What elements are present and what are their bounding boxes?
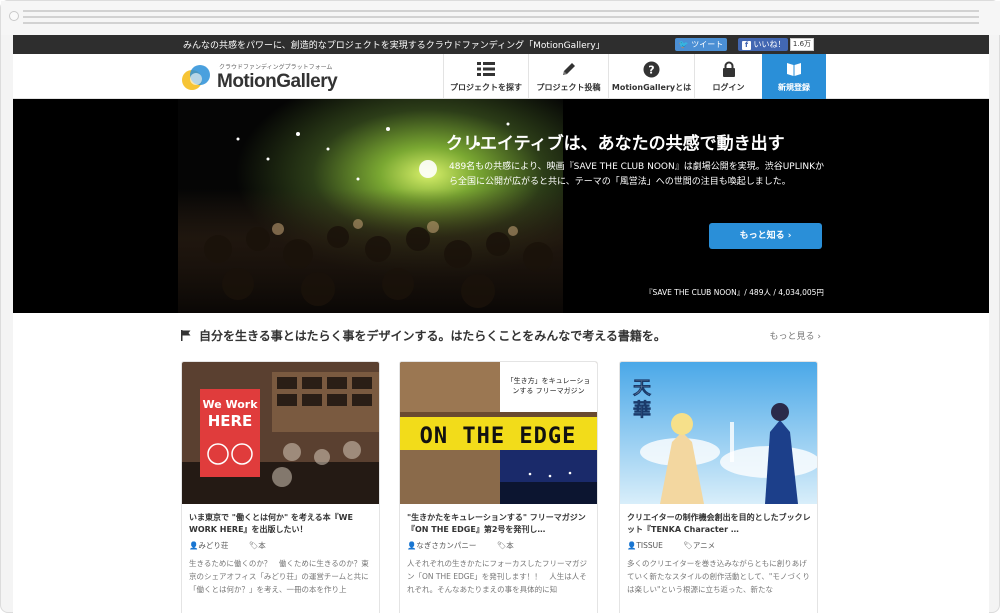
svg-text:華: 華: [633, 399, 651, 421]
project-meta: 👤なぎさカンパニー 🏷本: [407, 540, 592, 551]
pencil-icon: [561, 60, 577, 78]
project-title[interactable]: いま東京で "働くとは何か" を考える本『WE WORK HERE』を出版したい…: [189, 512, 374, 536]
nav-label: プロジェクトを探す: [450, 83, 522, 92]
user-icon: 👤: [189, 541, 199, 550]
see-more-link[interactable]: もっと見る ›: [770, 329, 821, 342]
page-viewport: みんなの共感をパワーに、創造的なプロジェクトを実現するクラウドファンディング「M…: [13, 35, 989, 613]
titlebar-line: [23, 22, 979, 24]
list-icon: [477, 60, 495, 78]
question-icon: ?: [643, 60, 660, 78]
svg-text:ON THE EDGE: ON THE EDGE: [420, 424, 577, 449]
lock-icon: [722, 60, 736, 78]
tweet-label: ツイート: [691, 40, 724, 49]
svg-text:HERE: HERE: [208, 412, 253, 430]
project-category[interactable]: アニメ: [693, 540, 715, 551]
nav-item-about[interactable]: ? MotionGalleryとは: [608, 54, 694, 99]
site-tagline: みんなの共感をパワーに、創造的なプロジェクトを実現するクラウドファンディング「M…: [183, 41, 605, 51]
facebook-like-button[interactable]: f いいね！: [738, 38, 788, 51]
logo-mark-icon: [182, 65, 210, 90]
nav-item-login[interactable]: ログイン: [694, 54, 762, 99]
nav-label: 新規登録: [778, 83, 810, 92]
thumbnail-subtitle: 「生き方」をキュレーションする フリーマガジン: [506, 377, 591, 395]
browser-titlebar: [1, 1, 1000, 35]
hero-banner: クリエイティブは、あなたの共感で動き出す 489名もの共感により、映画『SAVE…: [13, 99, 989, 313]
tag-icon: 🏷: [683, 541, 693, 550]
hero-title: クリエイティブは、あなたの共感で動き出す: [446, 134, 785, 154]
project-meta: 👤TISSUE 🏷アニメ: [627, 540, 812, 551]
project-thumbnail: ON THE EDGE 「生き方」をキュレーションする フリーマガジン: [400, 362, 597, 504]
svg-text:We Work: We Work: [202, 398, 258, 411]
section-title: 自分を生きる事とはたらく事をデザインする。はたらくことをみんなで考える書籍を。: [199, 329, 666, 343]
top-strip: みんなの共感をパワーに、創造的なプロジェクトを実現するクラウドファンディング「M…: [13, 35, 989, 54]
user-icon: 👤: [627, 541, 637, 550]
facebook-icon: f: [742, 41, 751, 50]
svg-text:?: ?: [648, 63, 654, 76]
main-nav: プロジェクトを探す プロジェクト投稿 ? MotionGalleryとは ログイ…: [443, 54, 826, 99]
nav-item-signup[interactable]: 新規登録: [762, 54, 826, 99]
hero-description: 489名もの共感により、映画『SAVE THE CLUB NOON』は劇場公開を…: [449, 162, 825, 187]
project-category[interactable]: 本: [258, 540, 266, 551]
project-title[interactable]: クリエイターの制作機会創出を目的としたブックレット『TENKA Characte…: [627, 512, 812, 536]
tag-icon: 🏷: [496, 541, 507, 550]
tag-icon: 🏷: [248, 541, 259, 550]
user-icon: 👤: [407, 541, 417, 550]
flag-icon: [181, 330, 191, 341]
section-header: 自分を生きる事とはたらく事をデザインする。はたらくことをみんなで考える書籍を。 …: [181, 327, 821, 345]
titlebar-line: [23, 10, 979, 12]
nav-label: プロジェクト投稿: [536, 83, 601, 92]
nav-label: ログイン: [712, 83, 745, 92]
project-category[interactable]: 本: [506, 540, 514, 551]
svg-text:天: 天: [633, 378, 652, 399]
project-summary: 人それぞれの生きかたにフォーカスしたフリーマガジン「ON THE EDGE」を発…: [407, 559, 587, 594]
browser-frame: みんなの共感をパワーに、創造的なプロジェクトを実現するクラウドファンディング「M…: [0, 0, 1000, 613]
titlebar-line: [23, 16, 979, 18]
project-thumbnail: 天 華: [620, 362, 817, 504]
logo-text: MotionGallery: [217, 71, 338, 92]
like-label: いいね！: [753, 40, 786, 49]
tweet-button[interactable]: 🐦 ツイート: [675, 38, 727, 51]
like-count: 1.6万: [790, 38, 814, 51]
nav-label: MotionGalleryとは: [611, 83, 692, 92]
project-summary: 生きるために働くのか？ 働くために生きるのか？東京のシェアオフィス「みどり荘」の…: [189, 559, 369, 594]
project-summary: 多くのクリエイターを巻き込みながらともに創りあげていく新たなスタイルの創作活動と…: [627, 559, 810, 594]
nav-item-explore[interactable]: プロジェクトを探す: [443, 54, 528, 99]
site-header: クラウドファンディングプラットフォーム MotionGallery プロジェクト…: [13, 54, 989, 99]
project-author[interactable]: なぎさカンパニー: [416, 540, 476, 551]
hero-caption[interactable]: 『SAVE THE CLUB NOON』/ 489人 / 4,034,005円: [645, 287, 824, 298]
hero-more-button[interactable]: もっと知る ›: [709, 223, 822, 249]
book-icon: [786, 60, 802, 78]
project-thumbnail: We Work HERE: [182, 362, 379, 504]
twitter-icon: 🐦: [678, 40, 689, 49]
project-card[interactable]: We Work HERE いま東京で "働くとは何か" を考える本『WE WOR…: [181, 361, 380, 613]
nav-item-post[interactable]: プロジェクト投稿: [528, 54, 608, 99]
logo-subtitle: クラウドファンディングプラットフォーム: [219, 64, 333, 71]
project-title[interactable]: "生きかたをキュレーションする" フリーマガジン『ON THE EDGE』第2号…: [407, 512, 592, 536]
site-logo[interactable]: クラウドファンディングプラットフォーム MotionGallery: [181, 61, 341, 95]
project-author[interactable]: みどり荘: [198, 540, 228, 551]
project-card[interactable]: 天 華 クリエイターの制作機会創出を目的としたブックレット『TENKA Char…: [619, 361, 818, 613]
project-meta: 👤みどり荘 🏷本: [189, 540, 374, 551]
project-card[interactable]: ON THE EDGE 「生き方」をキュレーションする フリーマガジン "生きか…: [399, 361, 598, 613]
window-dot: [9, 11, 19, 21]
project-author[interactable]: TISSUE: [636, 541, 663, 550]
